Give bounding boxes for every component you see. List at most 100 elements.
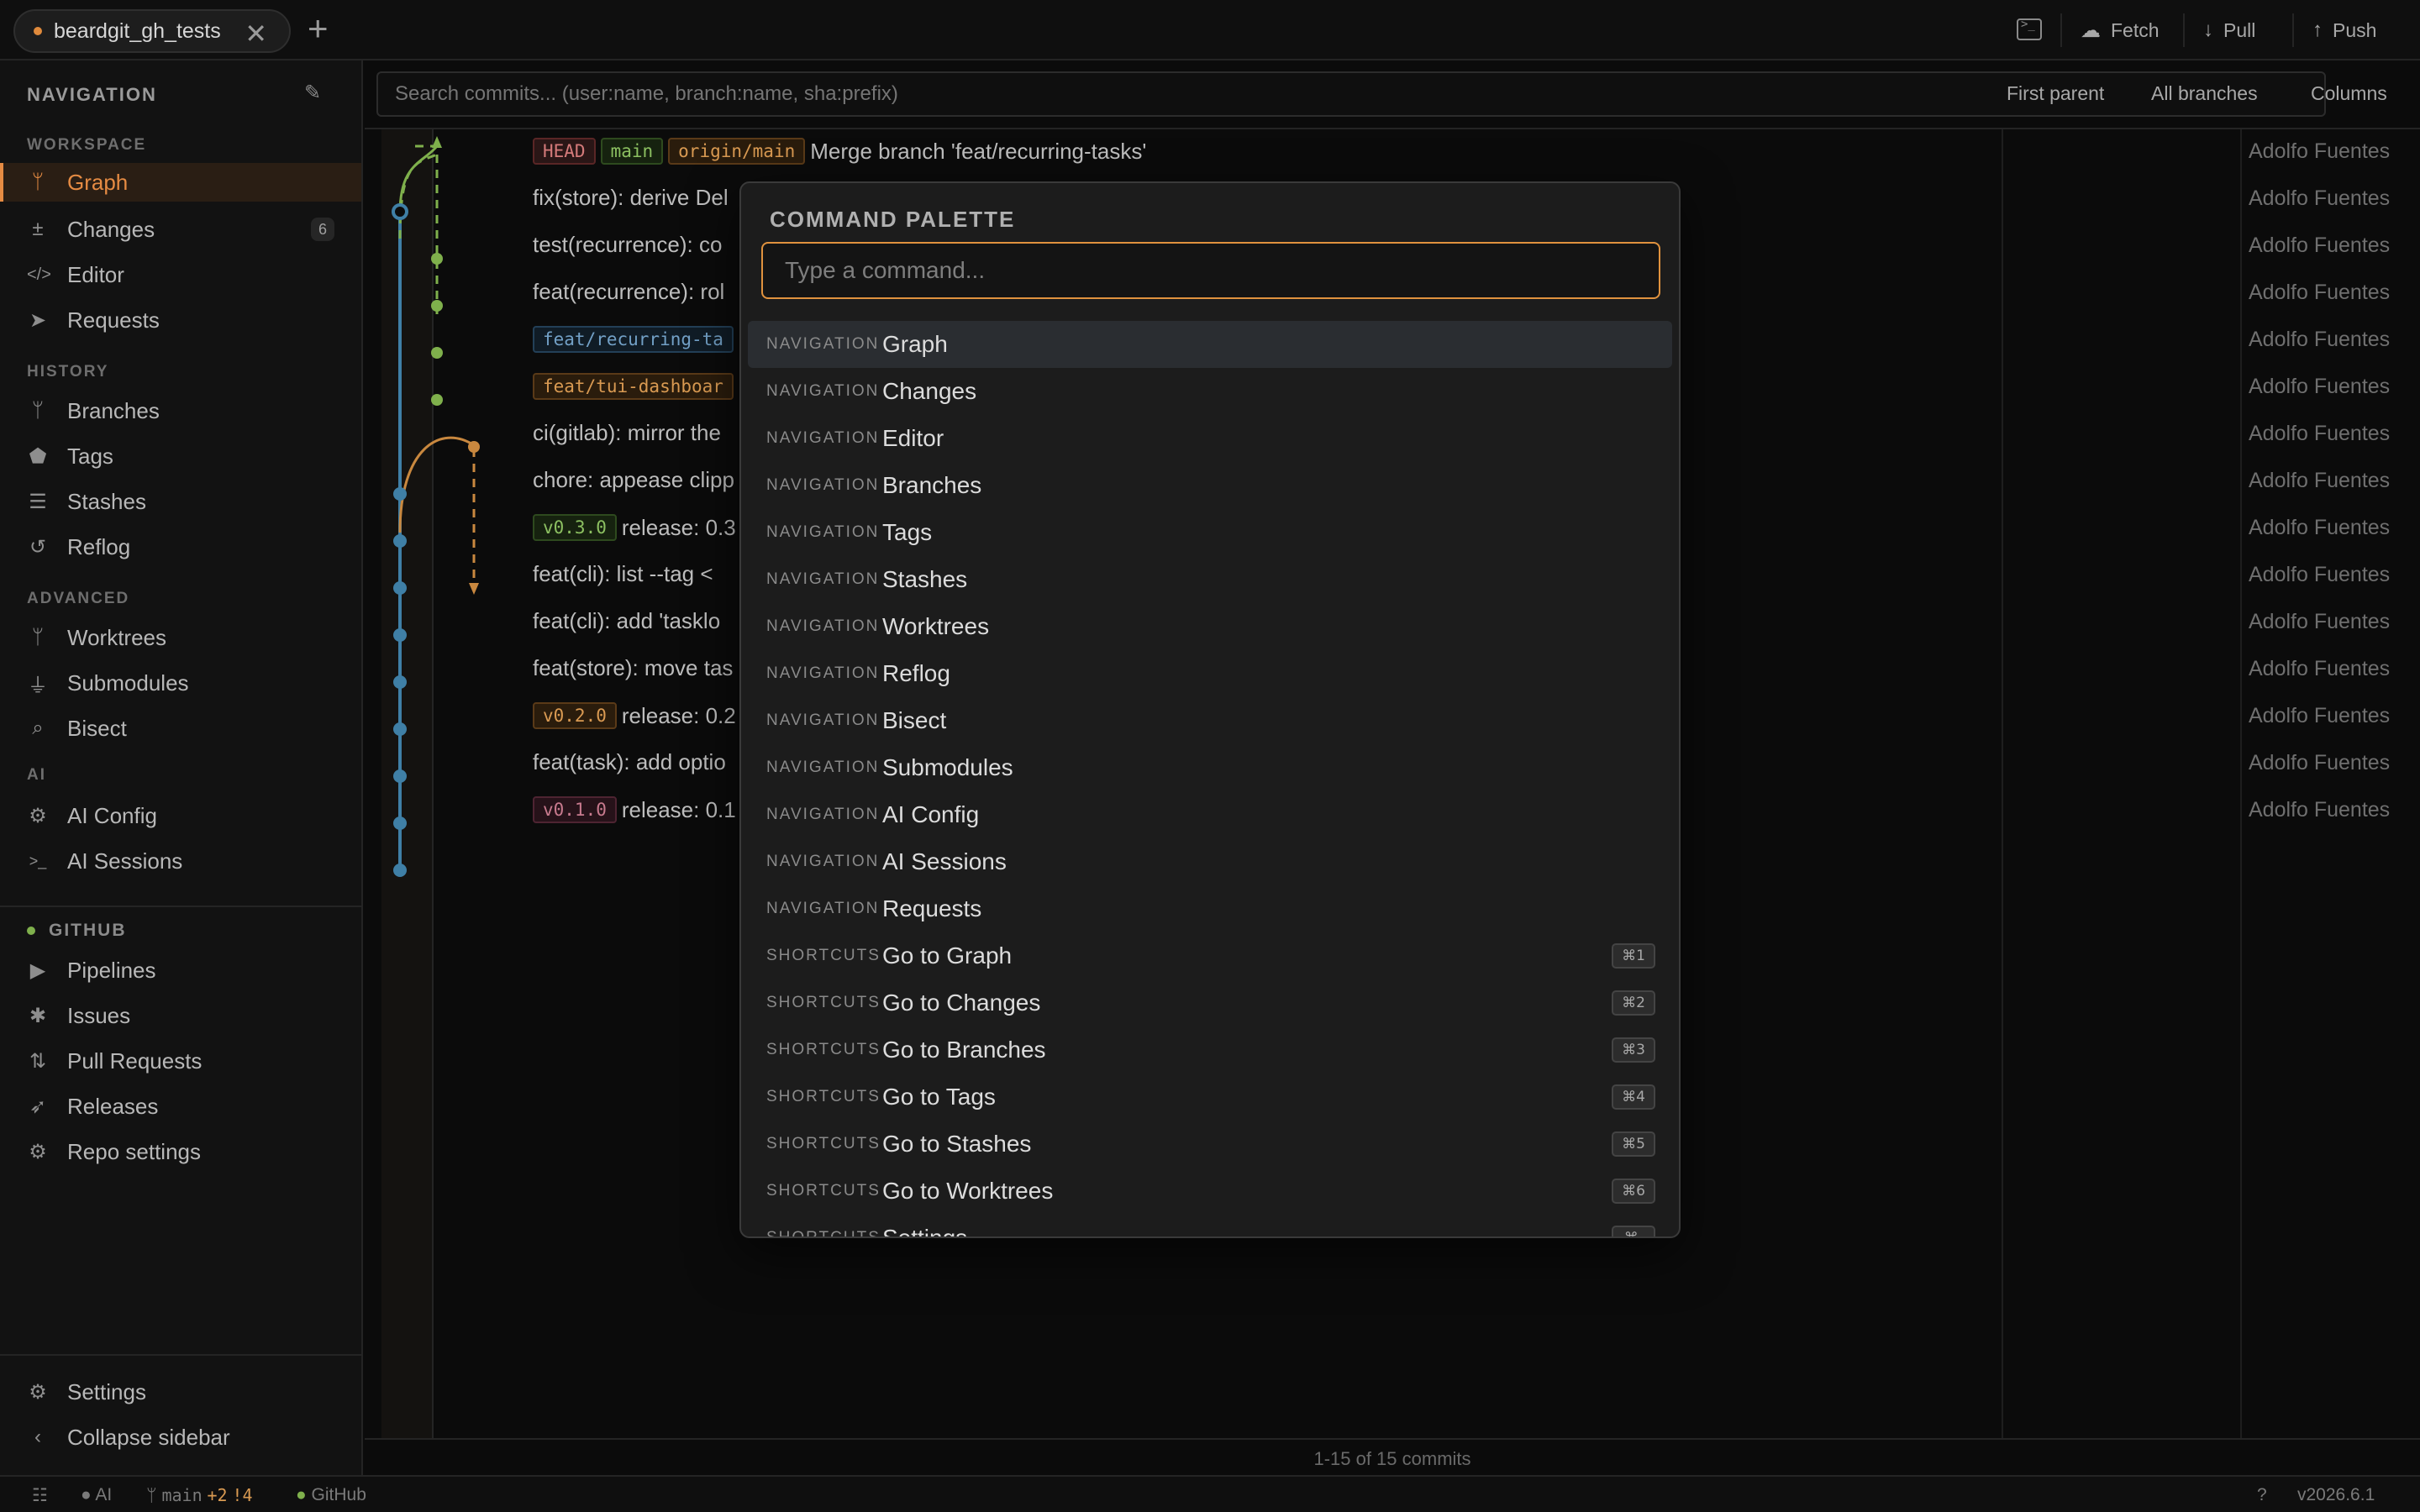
- sidebar-item-reflog[interactable]: ↺ Reflog: [0, 528, 361, 566]
- sidebar-item-submodules[interactable]: ⏚ Submodules: [0, 664, 361, 702]
- ref-badge[interactable]: feat/tui-dashboar: [533, 373, 734, 400]
- command-item[interactable]: SHORTCUTS Settings ⌘,: [748, 1215, 1672, 1236]
- sidebar-item-pipelines[interactable]: ▶ Pipelines: [0, 951, 361, 990]
- command-palette-title: COMMAND PALETTE: [770, 207, 1016, 232]
- github-status[interactable]: ● GitHub: [296, 1485, 366, 1505]
- sidebar-item-ai-config[interactable]: ⚙ AI Config: [0, 796, 361, 835]
- command-item[interactable]: NAVIGATION Tags: [748, 509, 1672, 556]
- keyboard-shortcut: ⌘6: [1612, 1179, 1655, 1204]
- command-item[interactable]: NAVIGATION Stashes: [748, 556, 1672, 603]
- command-item[interactable]: SHORTCUTS Go to Changes ⌘2: [748, 979, 1672, 1026]
- ref-badge[interactable]: v0.3.0: [533, 514, 617, 541]
- pull-button[interactable]: ↓ Pull: [2183, 13, 2255, 47]
- sidebar-item-worktrees[interactable]: ᛘ Worktrees: [0, 618, 361, 657]
- paper-plane-icon: ➤: [29, 308, 47, 332]
- command-item[interactable]: NAVIGATION Submodules: [748, 744, 1672, 791]
- command-item[interactable]: SHORTCUTS Go to Graph ⌘1: [748, 932, 1672, 979]
- command-label: Go to Graph: [882, 942, 1013, 969]
- ref-badge[interactable]: feat/recurring-ta: [533, 326, 734, 353]
- ref-badge[interactable]: HEAD: [533, 138, 596, 165]
- command-input[interactable]: [761, 242, 1660, 299]
- command-item[interactable]: NAVIGATION Reflog: [748, 650, 1672, 697]
- command-item[interactable]: NAVIGATION Editor: [748, 415, 1672, 462]
- pencil-icon[interactable]: ✎: [304, 81, 321, 105]
- close-icon[interactable]: ✕: [245, 18, 267, 50]
- terminal-icon[interactable]: [2017, 18, 2042, 40]
- command-item[interactable]: SHORTCUTS Go to Tags ⌘4: [748, 1074, 1672, 1121]
- first-parent-toggle[interactable]: First parent: [2007, 82, 2104, 105]
- commit-count-footer: 1-15 of 15 commits: [365, 1438, 2420, 1475]
- ref-badge[interactable]: main: [600, 138, 664, 165]
- sidebar-item-settings[interactable]: ⚙ Settings: [0, 1373, 361, 1411]
- command-item[interactable]: NAVIGATION AI Sessions: [748, 838, 1672, 885]
- commit-message: feat(cli): list --tag <: [533, 561, 713, 587]
- command-category: SHORTCUTS: [766, 1135, 881, 1152]
- command-item[interactable]: SHORTCUTS Go to Stashes ⌘5: [748, 1121, 1672, 1168]
- sidebar-item-issues[interactable]: ✱ Issues: [0, 996, 361, 1035]
- commit-message: chore: appease clipp: [533, 467, 734, 493]
- command-item[interactable]: NAVIGATION Graph: [748, 321, 1672, 368]
- sidebar-item-changes[interactable]: ± Changes 6: [0, 210, 361, 249]
- sidebar-item-label: Worktrees: [67, 624, 166, 650]
- sidebar-item-ai-sessions[interactable]: >_ AI Sessions: [0, 842, 361, 880]
- commit-message: feat/recurring-ta: [533, 326, 739, 353]
- all-branches-toggle[interactable]: All branches: [2151, 82, 2258, 105]
- command-label: Bisect: [882, 707, 947, 733]
- commit-message: feat(store): move tas: [533, 655, 733, 681]
- sidebar-item-branches[interactable]: ᛘ Branches: [0, 391, 361, 430]
- command-item[interactable]: NAVIGATION Changes: [748, 368, 1672, 415]
- sidebar-item-releases[interactable]: ➶ Releases: [0, 1087, 361, 1126]
- keyboard-shortcut: ⌘3: [1612, 1037, 1655, 1063]
- history-icon: ↺: [29, 535, 47, 559]
- push-button[interactable]: ↑ Push: [2292, 13, 2376, 47]
- collapse-sidebar-button[interactable]: ‹ Collapse sidebar: [0, 1418, 361, 1457]
- pull-label: Pull: [2223, 18, 2256, 41]
- help-button[interactable]: ?: [2257, 1485, 2267, 1505]
- ahead-count: +2: [207, 1485, 228, 1505]
- section-workspace: WORKSPACE: [27, 136, 147, 154]
- section-ai: AI: [27, 766, 46, 784]
- gear-icon: ⚙: [29, 1380, 47, 1404]
- commit-author: Adolfo Fuentes: [2249, 610, 2391, 633]
- repo-tab[interactable]: beardgit_gh_tests ✕: [13, 9, 291, 53]
- command-item[interactable]: NAVIGATION Bisect: [748, 697, 1672, 744]
- command-label: Editor: [882, 425, 944, 451]
- list-icon[interactable]: ☷: [32, 1485, 48, 1506]
- commit-row[interactable]: HEAD main origin/main Merge branch 'feat/re…: [533, 128, 2415, 175]
- fetch-button[interactable]: ☁ Fetch: [2060, 13, 2160, 47]
- columns-button[interactable]: Columns: [2311, 82, 2387, 105]
- ref-badge[interactable]: v0.2.0: [533, 702, 617, 729]
- command-label: AI Sessions: [882, 848, 1007, 874]
- ref-badge[interactable]: v0.1.0: [533, 796, 617, 823]
- sidebar-item-label: Requests: [67, 307, 160, 333]
- sidebar-item-stashes[interactable]: ☰ Stashes: [0, 482, 361, 521]
- sidebar-item-tags[interactable]: ⬟ Tags: [0, 437, 361, 475]
- sidebar-item-bisect[interactable]: ⌕ Bisect: [0, 709, 361, 748]
- sidebar-item-repo-settings[interactable]: ⚙ Repo settings: [0, 1132, 361, 1171]
- command-item[interactable]: SHORTCUTS Go to Branches ⌘3: [748, 1026, 1672, 1074]
- ai-status[interactable]: ● AI: [81, 1485, 112, 1505]
- sidebar-item-editor[interactable]: </> Editor: [0, 255, 361, 294]
- sidebar-item-graph[interactable]: ᛘ Graph: [0, 163, 361, 202]
- sidebar-item-requests[interactable]: ➤ Requests: [0, 301, 361, 339]
- commit-author: Adolfo Fuentes: [2249, 469, 2391, 492]
- sidebar-item-label: Settings: [67, 1378, 146, 1404]
- new-tab-plus-icon[interactable]: +: [308, 10, 329, 47]
- sidebar-item-pull-requests[interactable]: ⇅ Pull Requests: [0, 1042, 361, 1080]
- ref-badge[interactable]: origin/main: [668, 138, 806, 165]
- commit-message: feat/tui-dashboar: [533, 373, 739, 400]
- command-item[interactable]: NAVIGATION Branches: [748, 462, 1672, 509]
- command-item[interactable]: NAVIGATION Worktrees: [748, 603, 1672, 650]
- commit-message: v0.3.0 release: 0.3: [533, 514, 736, 541]
- github-status-label: GitHub: [311, 1485, 366, 1504]
- command-category: NAVIGATION: [766, 900, 880, 917]
- section-history: HISTORY: [27, 363, 109, 381]
- sidebar-item-label: AI Config: [67, 802, 157, 828]
- chevron-left-icon: ‹: [34, 1425, 41, 1448]
- gears-icon: ⚙: [29, 804, 47, 827]
- command-item[interactable]: NAVIGATION AI Config: [748, 791, 1672, 838]
- commit-message: feat(cli): add 'tasklo: [533, 608, 720, 634]
- command-item[interactable]: NAVIGATION Requests: [748, 885, 1672, 932]
- command-item[interactable]: SHORTCUTS Go to Worktrees ⌘6: [748, 1168, 1672, 1215]
- branch-status[interactable]: ᛘ main +2 !4: [146, 1485, 253, 1506]
